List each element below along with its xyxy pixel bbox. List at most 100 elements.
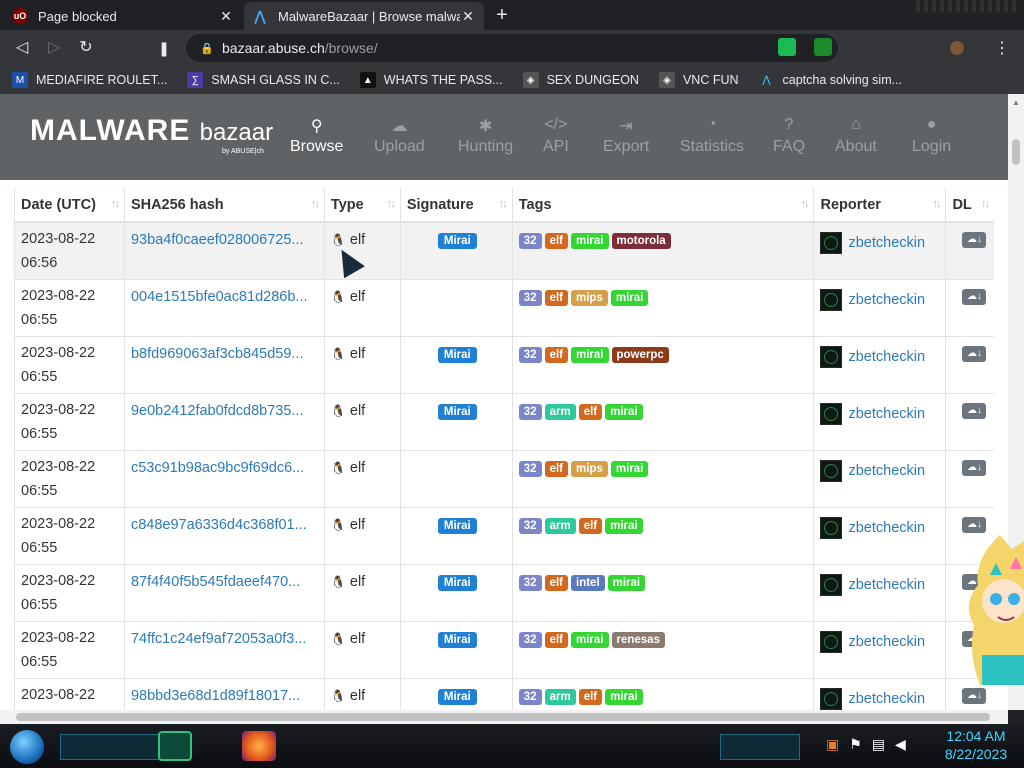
signature-badge[interactable]: Mirai <box>437 574 477 591</box>
bookmark-item[interactable]: M MEDIAFIRE ROULET... <box>12 72 167 88</box>
download-icon[interactable]: ☁↓ <box>962 459 987 476</box>
hash-link[interactable]: 74ffc1c24ef9af72053a0f3... <box>131 631 317 647</box>
volume-icon[interactable]: ◀ <box>895 736 906 753</box>
tag-badge[interactable]: 32 <box>518 403 542 420</box>
hash-link[interactable]: 93ba4f0caeef028006725... <box>131 232 317 248</box>
window-controls[interactable] <box>916 0 1016 12</box>
address-bar[interactable]: 🔒 bazaar.abuse.ch/browse/ <box>186 34 838 62</box>
tag-badge[interactable]: mirai <box>605 517 643 534</box>
firefox-icon[interactable] <box>242 731 276 761</box>
tag-badge[interactable]: intel <box>571 574 605 591</box>
hash-link[interactable]: 98bbd3e68d1d89f18017... <box>131 688 317 704</box>
table-row[interactable]: 2023-08-22 06:56 93ba4f0caeef028006725...… <box>14 221 994 279</box>
table-row[interactable]: 2023-08-22 06:55 9e0b2412fab0fdcd8b735...… <box>14 392 994 450</box>
tag-badge[interactable]: elf <box>544 460 568 477</box>
reporter-link[interactable]: zbetcheckin <box>848 235 925 251</box>
tag-badge[interactable]: renesas <box>611 631 665 648</box>
table-row[interactable]: 2023-08-22 06:55 74ffc1c24ef9af72053a0f3.… <box>14 620 994 678</box>
table-row[interactable]: 2023-08-22 06:55 b8fd969063af3cb845d59...… <box>14 335 994 393</box>
tag-badge[interactable]: elf <box>544 574 568 591</box>
tag-badge[interactable]: mips <box>571 460 608 477</box>
tag-badge[interactable]: 32 <box>518 688 542 705</box>
tag-badge[interactable]: elf <box>544 346 568 363</box>
shield-icon[interactable] <box>814 38 832 56</box>
nav-upload[interactable]: ☁ Upload <box>374 116 425 156</box>
column-header-dl[interactable]: DL ↑↓ <box>945 188 994 223</box>
column-header-sha256[interactable]: SHA256 hash ↑↓ <box>123 188 325 223</box>
signature-badge[interactable]: Mirai <box>437 631 477 648</box>
tag-badge[interactable]: mirai <box>571 631 609 648</box>
start-button[interactable] <box>10 730 44 764</box>
tag-badge[interactable]: 32 <box>518 460 542 477</box>
scroll-up-icon[interactable]: ▲ <box>1012 98 1020 107</box>
close-icon[interactable]: ✕ <box>460 8 476 25</box>
tab-malwarebazaar[interactable]: ⋀ MalwareBazaar | Browse malware s ✕ <box>244 2 484 30</box>
tag-badge[interactable]: arm <box>544 688 576 705</box>
download-icon[interactable]: ☁↓ <box>962 288 987 305</box>
signature-badge[interactable]: Mirai <box>437 688 477 705</box>
table-row[interactable]: 2023-08-22 06:55 87f4f40f5b545fdaeef470..… <box>14 563 994 621</box>
nav-faq[interactable]: ? FAQ <box>773 116 805 156</box>
download-icon[interactable]: ☁↓ <box>962 516 987 533</box>
flag-icon[interactable]: ⚑ <box>849 736 862 753</box>
signature-badge[interactable]: Mirai <box>437 517 477 534</box>
table-row[interactable]: 2023-08-22 98bbd3e68d1d89f18017... 🐧 elf … <box>14 677 994 710</box>
nav-export[interactable]: ⇥ Export <box>603 116 649 156</box>
extension-icon[interactable] <box>778 38 796 56</box>
tag-badge[interactable]: elf <box>578 688 603 705</box>
tag-badge[interactable]: 32 <box>518 233 542 249</box>
tag-badge[interactable]: motorola <box>611 233 671 249</box>
forward-icon[interactable]: ▷ <box>44 38 64 58</box>
nav-about[interactable]: ⌂ About <box>835 116 877 156</box>
reporter-link[interactable]: zbetcheckin <box>848 691 925 707</box>
tag-badge[interactable]: elf <box>544 233 568 249</box>
column-header-tags[interactable]: Tags ↑↓ <box>511 188 814 223</box>
tag-badge[interactable]: 32 <box>518 289 542 306</box>
nav-api[interactable]: </> API <box>543 116 569 156</box>
tag-badge[interactable]: arm <box>544 517 576 534</box>
tag-badge[interactable]: mirai <box>607 574 646 591</box>
tag-badge[interactable]: mirai <box>605 403 643 420</box>
reporter-link[interactable]: zbetcheckin <box>848 577 925 593</box>
bookmark-item[interactable]: ◈ VNC FUN <box>658 72 739 88</box>
close-icon[interactable]: ✕ <box>218 8 234 25</box>
table-row[interactable]: 2023-08-22 06:55 c53c91b98ac9bc9f69dc6...… <box>14 449 994 507</box>
hash-link[interactable]: c848e97a6336d4c368f01... <box>131 517 317 533</box>
tag-badge[interactable]: mirai <box>571 233 609 249</box>
tag-badge[interactable]: 32 <box>518 631 542 648</box>
network-icon[interactable]: ▤ <box>872 736 885 753</box>
back-icon[interactable]: ◁ <box>12 38 32 58</box>
download-icon[interactable]: ☁↓ <box>962 232 987 248</box>
hash-link[interactable]: 9e0b2412fab0fdcd8b735... <box>131 403 317 419</box>
download-icon[interactable]: ☁↓ <box>962 402 987 419</box>
bookmark-item[interactable]: ▲ WHATS THE PASS... <box>359 72 503 88</box>
scroll-thumb[interactable] <box>1012 139 1020 165</box>
tag-badge[interactable]: 32 <box>518 346 542 363</box>
hash-link[interactable]: c53c91b98ac9bc9f69dc6... <box>131 460 317 476</box>
tag-badge[interactable]: elf <box>578 517 603 534</box>
tab-page-blocked[interactable]: uO Page blocked ✕ <box>4 2 242 30</box>
tag-badge[interactable]: mips <box>571 289 608 306</box>
tag-badge[interactable]: mirai <box>605 688 643 705</box>
taskbar-app-icon[interactable] <box>158 731 192 761</box>
reporter-link[interactable]: zbetcheckin <box>848 292 925 308</box>
tag-badge[interactable]: powerpc <box>611 346 669 363</box>
tag-badge[interactable]: mirai <box>610 289 649 306</box>
table-row[interactable]: 2023-08-22 06:55 c848e97a6336d4c368f01...… <box>14 506 994 564</box>
table-row[interactable]: 2023-08-22 06:55 004e1515bfe0ac81d286b...… <box>14 278 994 336</box>
tag-badge[interactable]: 32 <box>518 517 542 534</box>
reload-icon[interactable]: ↻ <box>76 38 96 58</box>
horizontal-scrollbar[interactable] <box>0 710 1008 724</box>
reporter-link[interactable]: zbetcheckin <box>848 634 925 650</box>
nav-statistics[interactable]: ◔ Statistics <box>680 116 744 156</box>
reporter-link[interactable]: zbetcheckin <box>848 349 925 365</box>
new-tab-button[interactable]: + <box>490 4 514 26</box>
reporter-link[interactable]: zbetcheckin <box>848 463 925 479</box>
reporter-link[interactable]: zbetcheckin <box>848 406 925 422</box>
scroll-thumb[interactable] <box>16 713 990 721</box>
reporter-link[interactable]: zbetcheckin <box>848 520 925 536</box>
tag-badge[interactable]: elf <box>544 631 568 648</box>
bookmark-item[interactable]: ⋀ captcha solving sim... <box>759 72 902 88</box>
hash-link[interactable]: 004e1515bfe0ac81d286b... <box>131 289 317 305</box>
column-header-signature[interactable]: Signature ↑↓ <box>399 188 513 223</box>
